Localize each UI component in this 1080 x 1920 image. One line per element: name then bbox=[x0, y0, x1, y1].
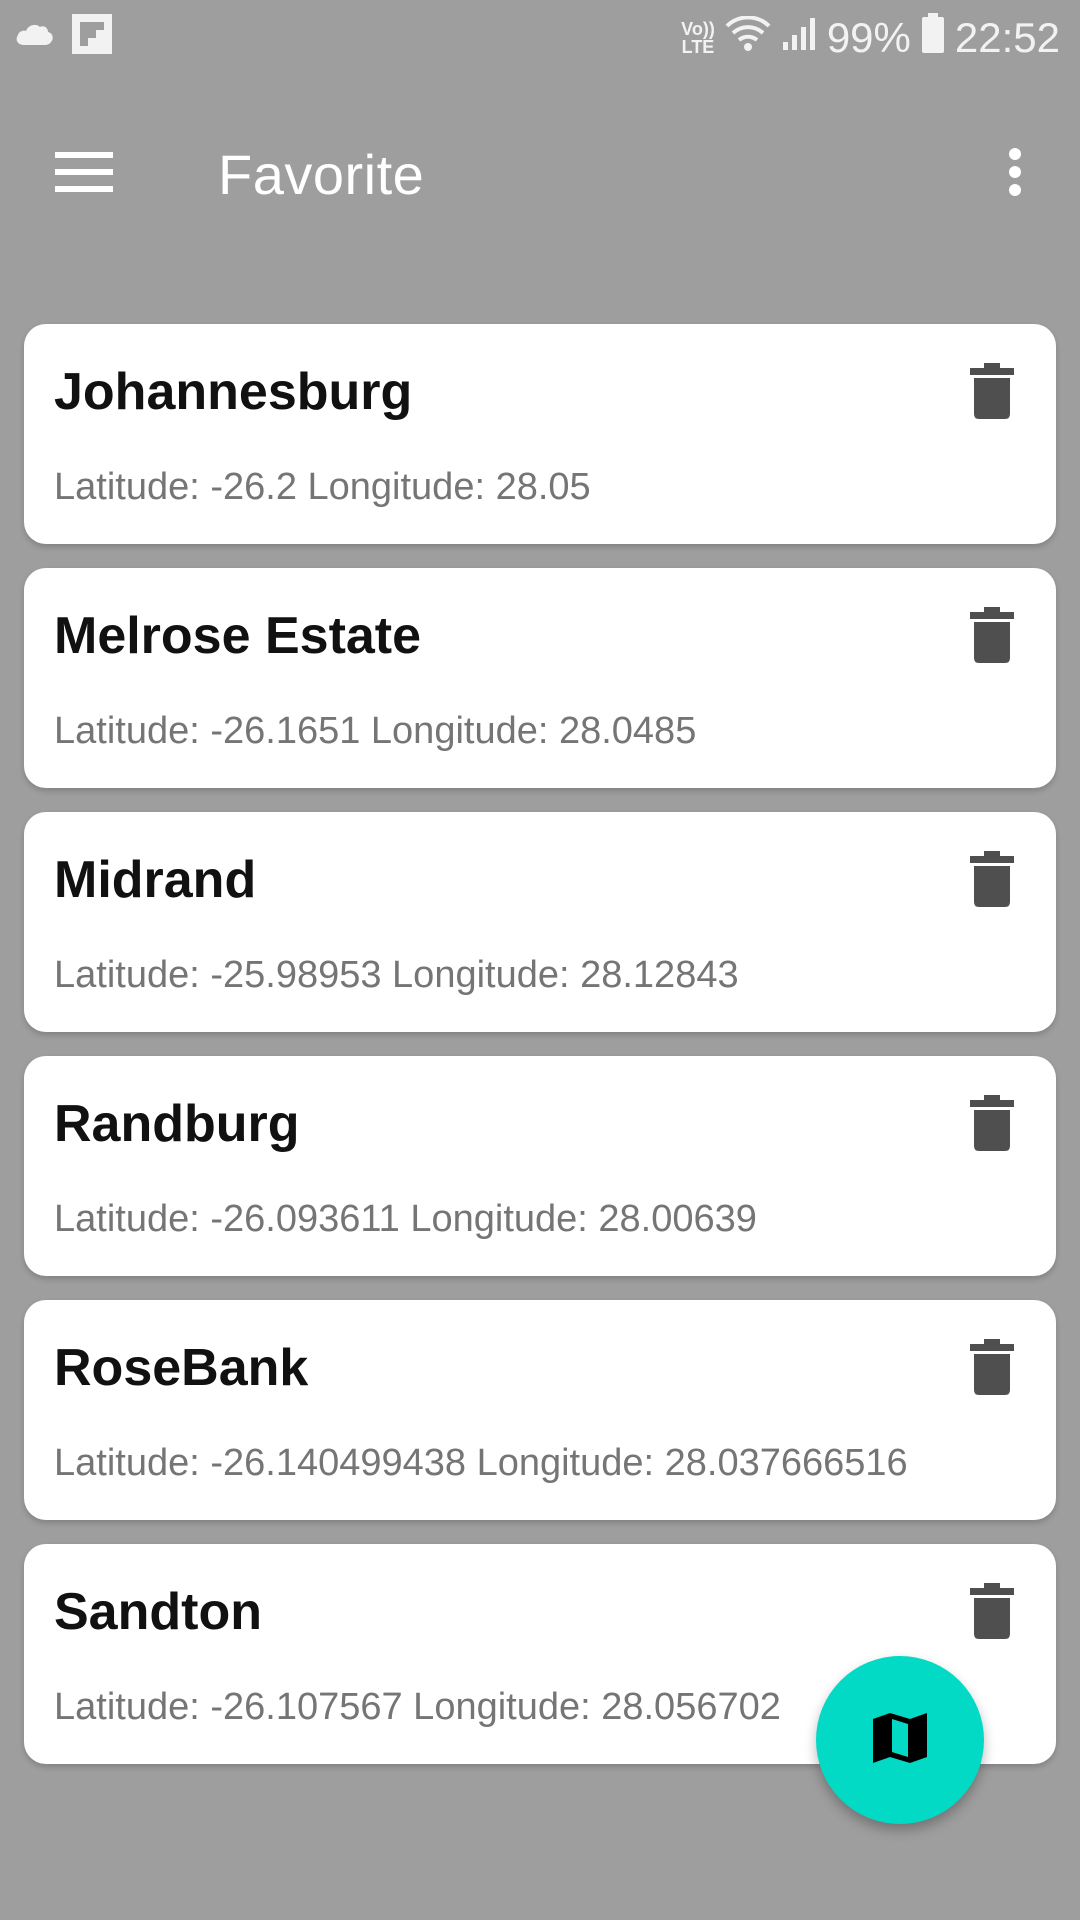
favorite-name: Sandton bbox=[54, 1583, 262, 1641]
trash-icon bbox=[970, 1094, 1014, 1156]
favorite-card[interactable]: Midrand Latitude: -25.98953 Longitude: 2… bbox=[24, 812, 1056, 1032]
delete-button[interactable] bbox=[964, 358, 1020, 428]
overflow-menu-button[interactable] bbox=[980, 134, 1050, 214]
battery-icon bbox=[921, 13, 945, 63]
trash-icon bbox=[970, 1582, 1014, 1644]
favorite-card[interactable]: Randburg Latitude: -26.093611 Longitude:… bbox=[24, 1056, 1056, 1276]
volte-top-label: Vo)) bbox=[681, 19, 715, 39]
favorite-coordinates: Latitude: -26.1651 Longitude: 28.0485 bbox=[54, 710, 697, 752]
delete-button[interactable] bbox=[964, 846, 1020, 916]
volte-indicator: Vo)) LTE bbox=[681, 20, 715, 56]
delete-button[interactable] bbox=[964, 1578, 1020, 1648]
favorite-coordinates: Latitude: -26.107567 Longitude: 28.05670… bbox=[54, 1686, 781, 1728]
navigation-menu-button[interactable] bbox=[44, 134, 124, 214]
status-bar: Vo)) LTE 99% 22:52 bbox=[0, 0, 1080, 76]
map-icon bbox=[871, 1711, 929, 1770]
trash-icon bbox=[970, 362, 1014, 424]
favorite-card[interactable]: RoseBank Latitude: -26.140499438 Longitu… bbox=[24, 1300, 1056, 1520]
favorite-card[interactable]: Johannesburg Latitude: -26.2 Longitude: … bbox=[24, 324, 1056, 544]
delete-button[interactable] bbox=[964, 602, 1020, 672]
battery-percent: 99% bbox=[826, 14, 911, 61]
app-toolbar: Favorite bbox=[0, 76, 1080, 276]
favorite-coordinates: Latitude: -26.140499438 Longitude: 28.03… bbox=[54, 1442, 908, 1484]
signal-icon bbox=[781, 14, 817, 62]
favorite-coordinates: Latitude: -26.093611 Longitude: 28.00639 bbox=[54, 1198, 757, 1240]
page-title: Favorite bbox=[218, 143, 425, 206]
favorite-name: Midrand bbox=[54, 851, 257, 909]
favorite-coordinates: Latitude: -25.98953 Longitude: 28.12843 bbox=[54, 954, 739, 996]
cloud-icon bbox=[14, 21, 54, 52]
trash-icon bbox=[970, 606, 1014, 668]
wifi-icon bbox=[725, 14, 771, 62]
hamburger-menu-icon bbox=[55, 150, 113, 199]
delete-button[interactable] bbox=[964, 1090, 1020, 1160]
clock: 22:52 bbox=[954, 14, 1060, 61]
flipboard-icon bbox=[72, 14, 112, 59]
favorite-name: Randburg bbox=[54, 1095, 300, 1153]
favorite-name: RoseBank bbox=[54, 1339, 309, 1397]
trash-icon bbox=[970, 850, 1014, 912]
more-vertical-icon bbox=[1007, 147, 1023, 202]
status-right-icons: Vo)) LTE 99% 22:52 bbox=[681, 10, 1060, 66]
status-left-icons bbox=[14, 14, 112, 59]
open-map-fab[interactable] bbox=[816, 1656, 984, 1824]
volte-bottom-label: LTE bbox=[681, 37, 715, 57]
favorite-card[interactable]: Melrose Estate Latitude: -26.1651 Longit… bbox=[24, 568, 1056, 788]
favorite-name: Johannesburg bbox=[54, 363, 413, 421]
favorite-coordinates: Latitude: -26.2 Longitude: 28.05 bbox=[54, 466, 591, 508]
favorite-name: Melrose Estate bbox=[54, 607, 422, 665]
trash-icon bbox=[970, 1338, 1014, 1400]
favorites-list: Johannesburg Latitude: -26.2 Longitude: … bbox=[24, 324, 1056, 1788]
delete-button[interactable] bbox=[964, 1334, 1020, 1404]
